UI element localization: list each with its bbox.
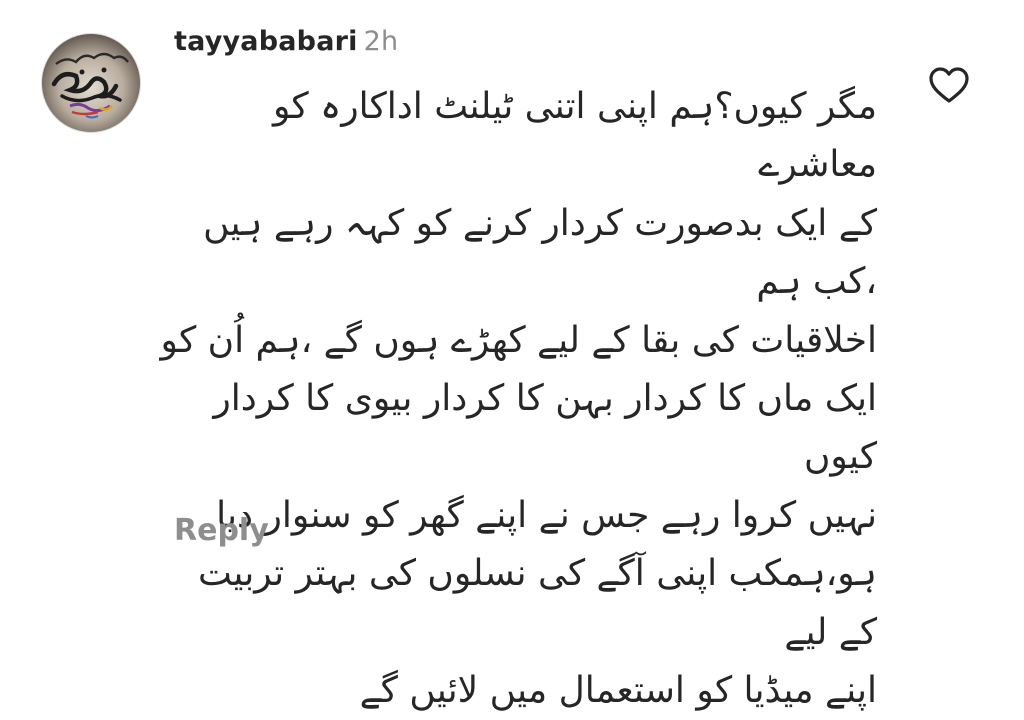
like-button[interactable] bbox=[927, 65, 971, 105]
comment-line: ہو،ہمکب اپنی آگے کی نسلوں کی بہتر تربیت … bbox=[197, 553, 877, 653]
avatar[interactable] bbox=[41, 33, 141, 133]
comment-header: tayyababari 2h bbox=[174, 24, 398, 60]
heart-outline-icon bbox=[929, 67, 969, 103]
username-link[interactable]: tayyababari bbox=[174, 26, 358, 57]
comment-line: اپنے میڈیا کو استعمال میں لائیں گے bbox=[359, 670, 877, 712]
comment-line: کے ایک بدصورت کردار کرنے کو کہہ رہے ہیں … bbox=[203, 202, 877, 303]
comment-text: مگر کیوں؟ہم اپنی اتنی ٹیلنٹ اداکارہ کو م… bbox=[150, 78, 877, 720]
comment-timestamp: 2h bbox=[363, 26, 399, 57]
reply-button[interactable]: Reply bbox=[174, 512, 269, 550]
comment-line: اخلاقیات کی بقا کے لیے کھڑے ہوں گے ،ہم ا… bbox=[160, 319, 877, 361]
avatar-calligraphy-image bbox=[42, 34, 140, 132]
comment-line: ایک ماں کا کردار بہن کا کردار بیوی کا کر… bbox=[213, 378, 877, 478]
comment-line: مگر کیوں؟ہم اپنی اتنی ٹیلنٹ اداکارہ کو م… bbox=[272, 86, 877, 186]
